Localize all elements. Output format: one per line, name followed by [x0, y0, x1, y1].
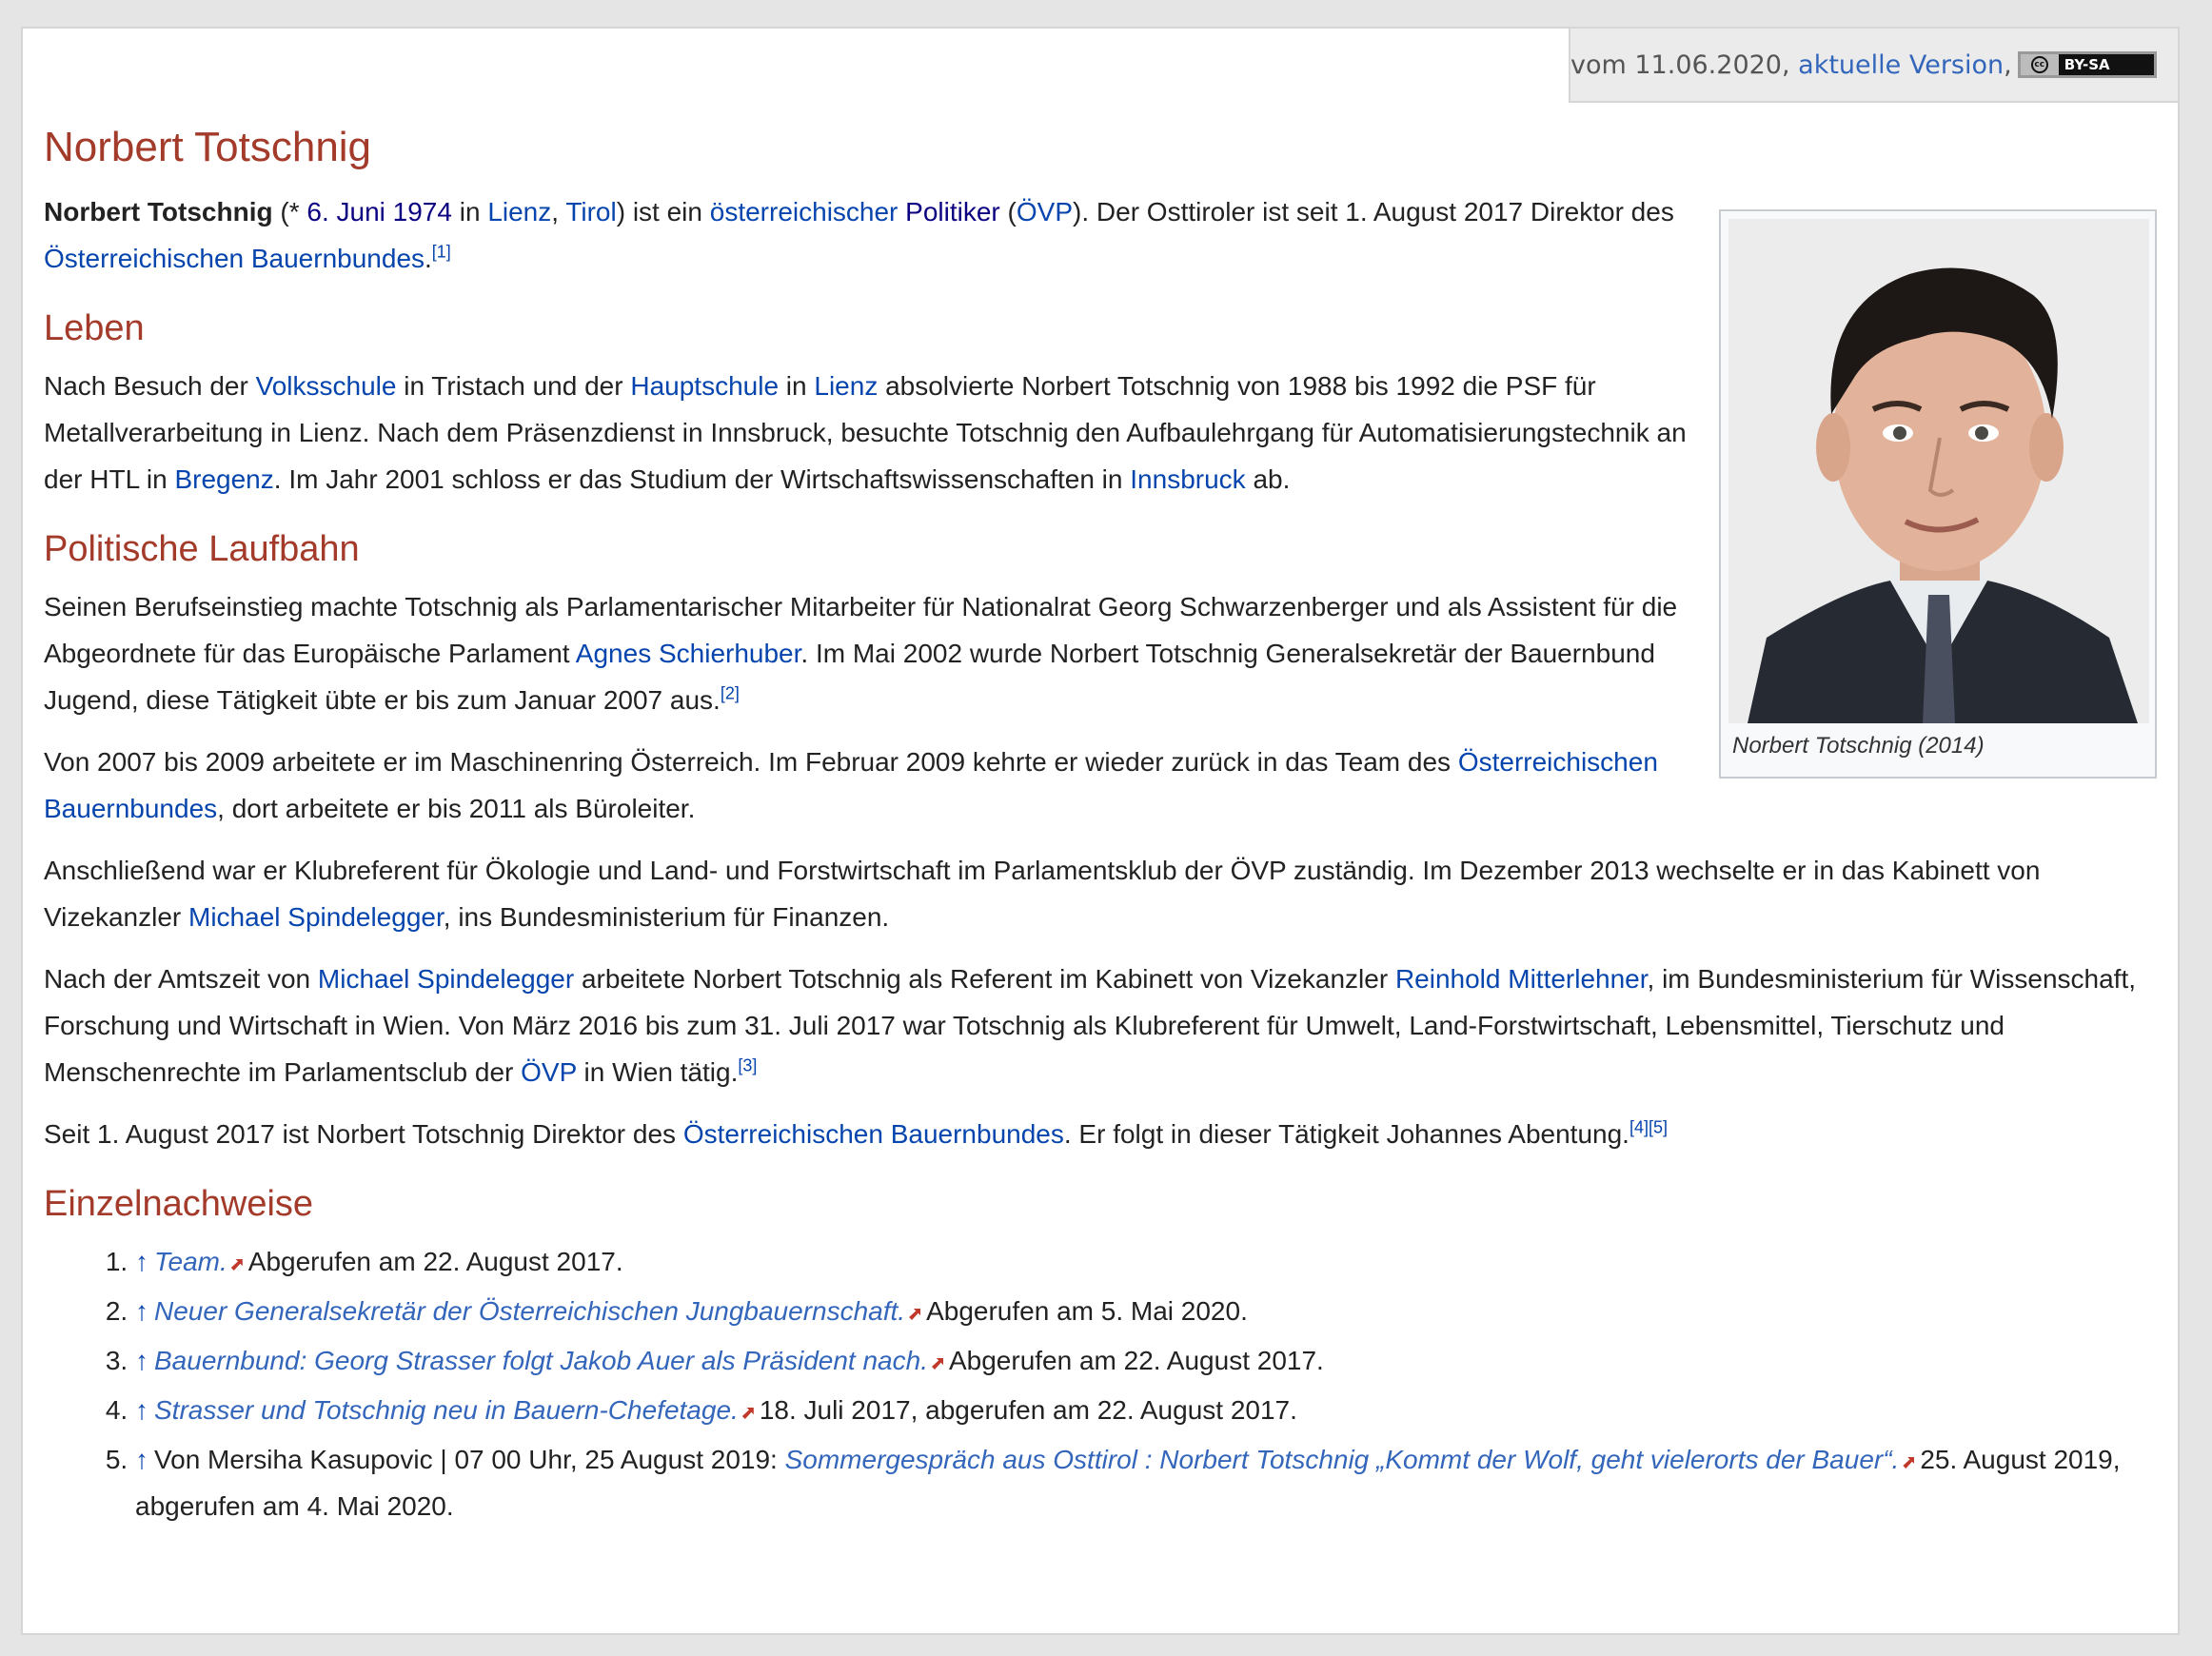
innsbruck-link[interactable]: Innsbruck	[1130, 464, 1245, 494]
lead-text: in	[451, 197, 488, 227]
ref-link[interactable]: [4]	[1629, 1118, 1649, 1137]
ref-link[interactable]: [1]	[432, 243, 451, 262]
external-link-icon	[230, 1259, 243, 1271]
org-link[interactable]: Österreichischen Bauernbundes	[44, 244, 425, 273]
laufbahn-paragraph-3: Anschließend war er Klubreferent für Öko…	[44, 847, 2157, 940]
volksschule-link[interactable]: Volksschule	[256, 371, 397, 401]
para-text: in Wien tätig.	[576, 1057, 739, 1087]
reference-item: ↑Strasser und Totschnig neu in Bauern-Ch…	[135, 1387, 2153, 1433]
reference-item: ↑Von Mersiha Kasupovic | 07 00 Uhr, 25 A…	[135, 1436, 2153, 1529]
reference-item: ↑Team. Abgerufen am 22. August 2017.	[135, 1238, 2153, 1285]
reference-item: ↑Bauernbund: Georg Strasser folgt Jakob …	[135, 1337, 2153, 1384]
section-heading-leben: Leben	[44, 308, 145, 348]
lead-text: (	[999, 197, 1017, 227]
laufbahn-paragraph-5: Seit 1. August 2017 ist Norbert Totschni…	[44, 1111, 2157, 1157]
lead-name: Norbert Totschnig	[44, 197, 273, 227]
para-text: , ins Bundesministerium für Finanzen.	[443, 902, 890, 932]
external-link-icon	[1903, 1457, 1915, 1469]
nationality-link[interactable]: österreichischer	[710, 197, 899, 227]
para-text: . Im Jahr 2001 schloss er das Studium de…	[273, 464, 1131, 494]
section-heading-refs: Einzelnachweise	[44, 1184, 314, 1224]
current-version-link[interactable]: aktuelle Version	[1798, 50, 2004, 80]
lead-text: ,	[551, 197, 566, 227]
license-badge-label: BY-SA	[2064, 56, 2110, 73]
bauernbund-link[interactable]: Österreichischen Bauernbundes	[683, 1119, 1064, 1149]
para-text: Von 2007 bis 2009 arbeitete er im Maschi…	[44, 747, 1458, 777]
laufbahn-paragraph-4: Nach der Amtszeit von Michael Spindelegg…	[44, 956, 2157, 1095]
external-link-icon	[741, 1408, 754, 1419]
para-text: Seit 1. August 2017 ist Norbert Totschni…	[44, 1119, 683, 1149]
reference-link[interactable]: Neuer Generalsekretär der Österreichisch…	[154, 1296, 905, 1326]
external-link-icon	[909, 1309, 921, 1320]
para-text: in	[779, 371, 815, 401]
reference-link[interactable]: Bauernbund: Georg Strasser folgt Jakob A…	[154, 1346, 928, 1375]
para-text: arbeitete Norbert Totschnig als Referent…	[574, 964, 1395, 994]
ref-link[interactable]: [3]	[738, 1056, 757, 1075]
para-text: . Er folgt in dieser Tätigkeit Johannes …	[1063, 1119, 1629, 1149]
reference-link[interactable]: Team.	[154, 1247, 227, 1276]
para-text: in Tristach und der	[396, 371, 631, 401]
reference-link[interactable]: Strasser und Totschnig neu in Bauern-Che…	[154, 1395, 739, 1425]
back-arrow-icon[interactable]: ↑	[135, 1445, 148, 1474]
spindelegger-link[interactable]: Michael Spindelegger	[188, 902, 444, 932]
license-badge[interactable]: cc BY-SA	[2017, 51, 2157, 78]
lead-text: ) ist ein	[616, 197, 710, 227]
lienz-link[interactable]: Lienz	[814, 371, 878, 401]
lead-text	[898, 197, 905, 227]
spindelegger-link[interactable]: Michael Spindelegger	[318, 964, 574, 994]
bregenz-link[interactable]: Bregenz	[174, 464, 273, 494]
leben-paragraph: Nach Besuch der Volksschule in Tristach …	[44, 363, 1700, 503]
version-separator: ,	[2004, 49, 2012, 80]
reference-link[interactable]: Sommergespräch aus Osttirol : Norbert To…	[785, 1445, 1900, 1474]
page-title: Norbert Totschnig	[44, 124, 372, 170]
party-link[interactable]: ÖVP	[1017, 197, 1073, 227]
hauptschule-link[interactable]: Hauptschule	[630, 371, 779, 401]
oevp-link[interactable]: ÖVP	[521, 1057, 577, 1087]
para-text: Nach Besuch der	[44, 371, 256, 401]
article-content: Norbert Totschnig Norbert Totschnig (* 6…	[44, 124, 2157, 1532]
article-page: vom 11.06.2020, aktuelle Version, cc BY-…	[21, 27, 2180, 1635]
ref-pre-text: Von Mersiha Kasupovic | 07 00 Uhr, 25 Au…	[154, 1445, 785, 1474]
back-arrow-icon[interactable]: ↑	[135, 1296, 148, 1326]
reference-item: ↑Neuer Generalsekretär der Österreichisc…	[135, 1288, 2153, 1334]
profession-link[interactable]: Politiker	[905, 197, 1000, 227]
ref-link[interactable]: [2]	[721, 684, 740, 703]
ref-post-text: Abgerufen am 5. Mai 2020.	[926, 1296, 1248, 1326]
ref-post-text: 18. Juli 2017, abgerufen am 22. August 2…	[759, 1395, 1297, 1425]
birth-date-link[interactable]: 6. Juni 1974	[306, 197, 452, 227]
mitterlehner-link[interactable]: Reinhold Mitterlehner	[1395, 964, 1648, 994]
ref-post-text: Abgerufen am 22. August 2017.	[247, 1247, 623, 1276]
para-text: , dort arbeitete er bis 2011 als Bürolei…	[217, 794, 696, 823]
external-link-icon	[931, 1358, 943, 1370]
ref-link[interactable]: [5]	[1649, 1118, 1668, 1137]
version-date: vom 11.06.2020,	[1570, 49, 1790, 80]
birthplace-link[interactable]: Lienz	[487, 197, 551, 227]
laufbahn-paragraph-1: Seinen Berufseinstieg machte Totschnig a…	[44, 583, 1700, 723]
lead-text: .	[425, 244, 432, 273]
back-arrow-icon[interactable]: ↑	[135, 1346, 148, 1375]
cc-icon: cc	[2020, 54, 2059, 75]
para-text: ab.	[1245, 464, 1291, 494]
schierhuber-link[interactable]: Agnes Schierhuber	[576, 639, 801, 668]
references-list: ↑Team.Abgerufen am 22. August 2017. ↑Neu…	[44, 1238, 2153, 1529]
ref-post-text: Abgerufen am 22. August 2017.	[948, 1346, 1324, 1375]
section-heading-laufbahn: Politische Laufbahn	[44, 529, 360, 569]
version-bar: vom 11.06.2020, aktuelle Version, cc BY-…	[1569, 29, 2178, 103]
para-text: Nach der Amtszeit von	[44, 964, 318, 994]
lead-paragraph: Norbert Totschnig (* 6. Juni 1974 in Lie…	[44, 188, 1681, 282]
lead-text: ). Der Osttiroler ist seit 1. August 201…	[1073, 197, 1674, 227]
back-arrow-icon[interactable]: ↑	[135, 1395, 148, 1425]
back-arrow-icon[interactable]: ↑	[135, 1247, 148, 1276]
state-link[interactable]: Tirol	[565, 197, 616, 227]
laufbahn-paragraph-2: Von 2007 bis 2009 arbeitete er im Maschi…	[44, 739, 1700, 832]
lead-text: (*	[272, 197, 307, 227]
